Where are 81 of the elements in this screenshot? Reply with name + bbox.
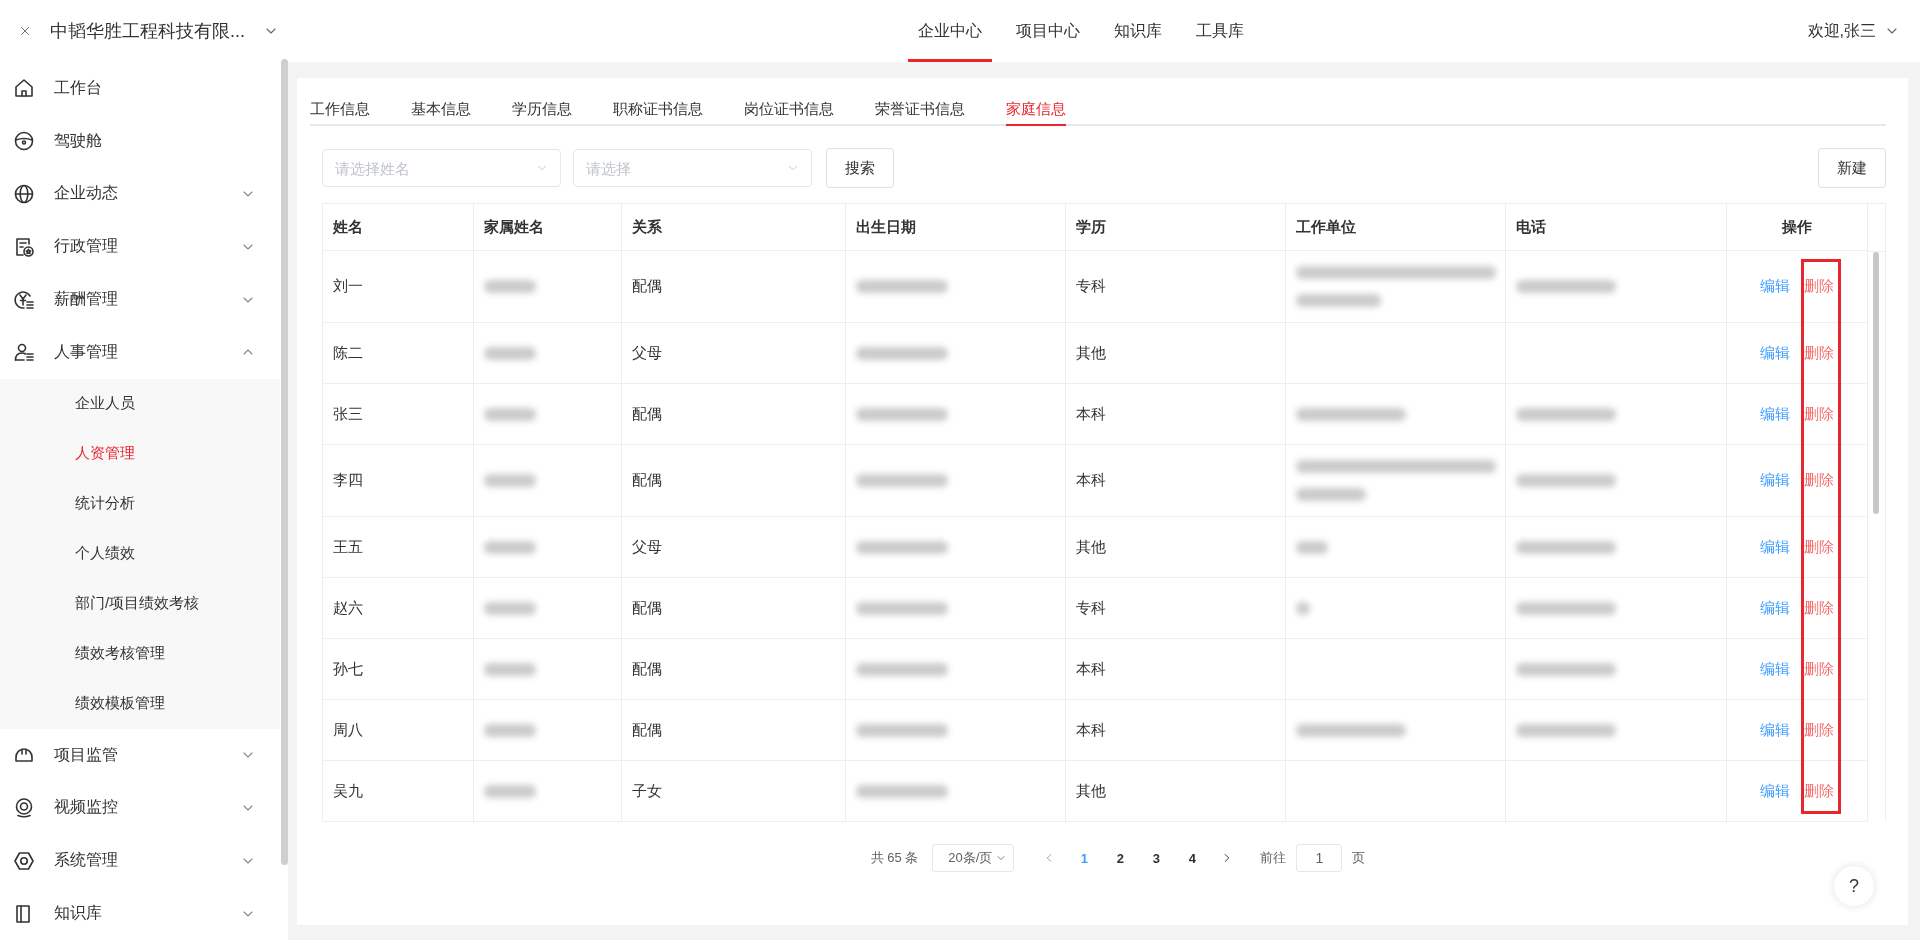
- page-input[interactable]: 1: [1296, 844, 1343, 872]
- table-cell: 子女: [622, 761, 846, 822]
- column-header: 学历: [1066, 204, 1286, 251]
- table-cell: 父母: [622, 323, 846, 384]
- sidebar-subitem[interactable]: 企业人员: [0, 378, 280, 429]
- table-cell: 孙七: [323, 639, 474, 700]
- sidebar-subitem[interactable]: 绩效考核管理: [0, 628, 280, 679]
- column-header: 操作: [1727, 204, 1867, 251]
- page-size-select[interactable]: 20条/页: [932, 844, 1015, 872]
- table-cell: 配偶: [622, 384, 846, 445]
- total-count: 共 65 条: [870, 849, 919, 867]
- table-cell: 张三: [323, 384, 474, 445]
- select-field[interactable]: 请选择: [573, 149, 812, 187]
- sidebar-item[interactable]: 系统管理: [0, 834, 280, 888]
- table-cell: 配偶: [622, 700, 846, 761]
- table-cell: 本科: [1066, 639, 1286, 700]
- table-cell: 其他: [1066, 323, 1286, 384]
- new-button[interactable]: 新建: [1818, 148, 1886, 188]
- sidebar-item[interactable]: 视频监控: [0, 781, 280, 835]
- help-button[interactable]: ?: [1834, 866, 1874, 906]
- table-cell: 本科: [1066, 700, 1286, 761]
- scrollbar-thumb[interactable]: [280, 59, 288, 865]
- table-cell: 其他: [1066, 761, 1286, 822]
- table-cell: 吴九: [323, 761, 474, 822]
- nav-tab[interactable]: 工具库: [1186, 0, 1254, 62]
- company-name: 中韬华胜工程科技有限...: [50, 20, 245, 43]
- page-suffix: 页: [1352, 849, 1366, 867]
- globe-icon: [12, 182, 36, 206]
- sidebar-subitem[interactable]: 统计分析: [0, 478, 280, 529]
- column-header: 电话: [1506, 204, 1727, 251]
- table-cell: 刘一: [323, 251, 474, 323]
- sidebar-item[interactable]: 项目监管: [0, 728, 280, 782]
- table-cell: 父母: [622, 517, 846, 578]
- table-cell: 专科: [1066, 251, 1286, 323]
- table-cell: 配偶: [622, 639, 846, 700]
- close-icon: [18, 24, 32, 38]
- user-menu[interactable]: 欢迎,张三: [1807, 20, 1900, 42]
- tab[interactable]: 家庭信息: [1006, 100, 1066, 126]
- sidebar-item[interactable]: 驾驶舱: [0, 114, 280, 168]
- sidebar-subitem[interactable]: 人资管理: [0, 428, 280, 479]
- sidebar-item[interactable]: 人事管理: [0, 326, 280, 379]
- sidebar-item[interactable]: 知识库: [0, 887, 280, 940]
- table-cell: 王五: [323, 517, 474, 578]
- search-button[interactable]: 搜索: [826, 148, 894, 188]
- select-field[interactable]: 请选择姓名: [322, 149, 561, 187]
- table-cell: 陈二: [323, 323, 474, 384]
- table-cell: 李四: [323, 445, 474, 517]
- scrollbar-thumb[interactable]: [1873, 252, 1879, 514]
- sidebar-subitem[interactable]: 个人绩效: [0, 528, 280, 579]
- column-header: 关系: [622, 204, 846, 251]
- column-header: 姓名: [323, 204, 474, 251]
- table-cell: 专科: [1066, 578, 1286, 639]
- table-cell: 配偶: [622, 445, 846, 517]
- sidebar-item[interactable]: 工作台: [0, 62, 280, 115]
- tab[interactable]: 基本信息: [411, 100, 471, 126]
- page-number[interactable]: 2: [1102, 850, 1139, 866]
- goto-label: 前往: [1260, 849, 1287, 867]
- nav-tab[interactable]: 项目中心: [1006, 0, 1090, 62]
- tab[interactable]: 工作信息: [310, 100, 370, 126]
- tab[interactable]: 学历信息: [512, 100, 572, 126]
- column-header: 家属姓名: [474, 204, 622, 251]
- tab[interactable]: 荣誉证书信息: [875, 100, 965, 126]
- sidebar-item[interactable]: 薪酬管理: [0, 273, 280, 326]
- column-header: 出生日期: [846, 204, 1066, 251]
- table-cell: 赵六: [323, 578, 474, 639]
- sidebar-item[interactable]: 企业动态: [0, 167, 280, 221]
- column-header: 工作单位: [1286, 204, 1506, 251]
- table-cell: 其他: [1066, 517, 1286, 578]
- sidebar-subitem[interactable]: 绩效模板管理: [0, 678, 280, 729]
- page-number[interactable]: 3: [1138, 850, 1175, 866]
- table-cell: 周八: [323, 700, 474, 761]
- tab[interactable]: 职称证书信息: [613, 100, 703, 126]
- page-number[interactable]: 4: [1174, 850, 1211, 866]
- tab[interactable]: 岗位证书信息: [744, 100, 834, 126]
- table-cell: 本科: [1066, 445, 1286, 517]
- nav-tab[interactable]: 知识库: [1104, 0, 1172, 62]
- sidebar-subitem[interactable]: 部门/项目绩效考核: [0, 578, 280, 629]
- sidebar-item[interactable]: 行政管理: [0, 220, 280, 274]
- table-cell: 配偶: [622, 578, 846, 639]
- table-cell: 配偶: [622, 251, 846, 323]
- table-cell: 本科: [1066, 384, 1286, 445]
